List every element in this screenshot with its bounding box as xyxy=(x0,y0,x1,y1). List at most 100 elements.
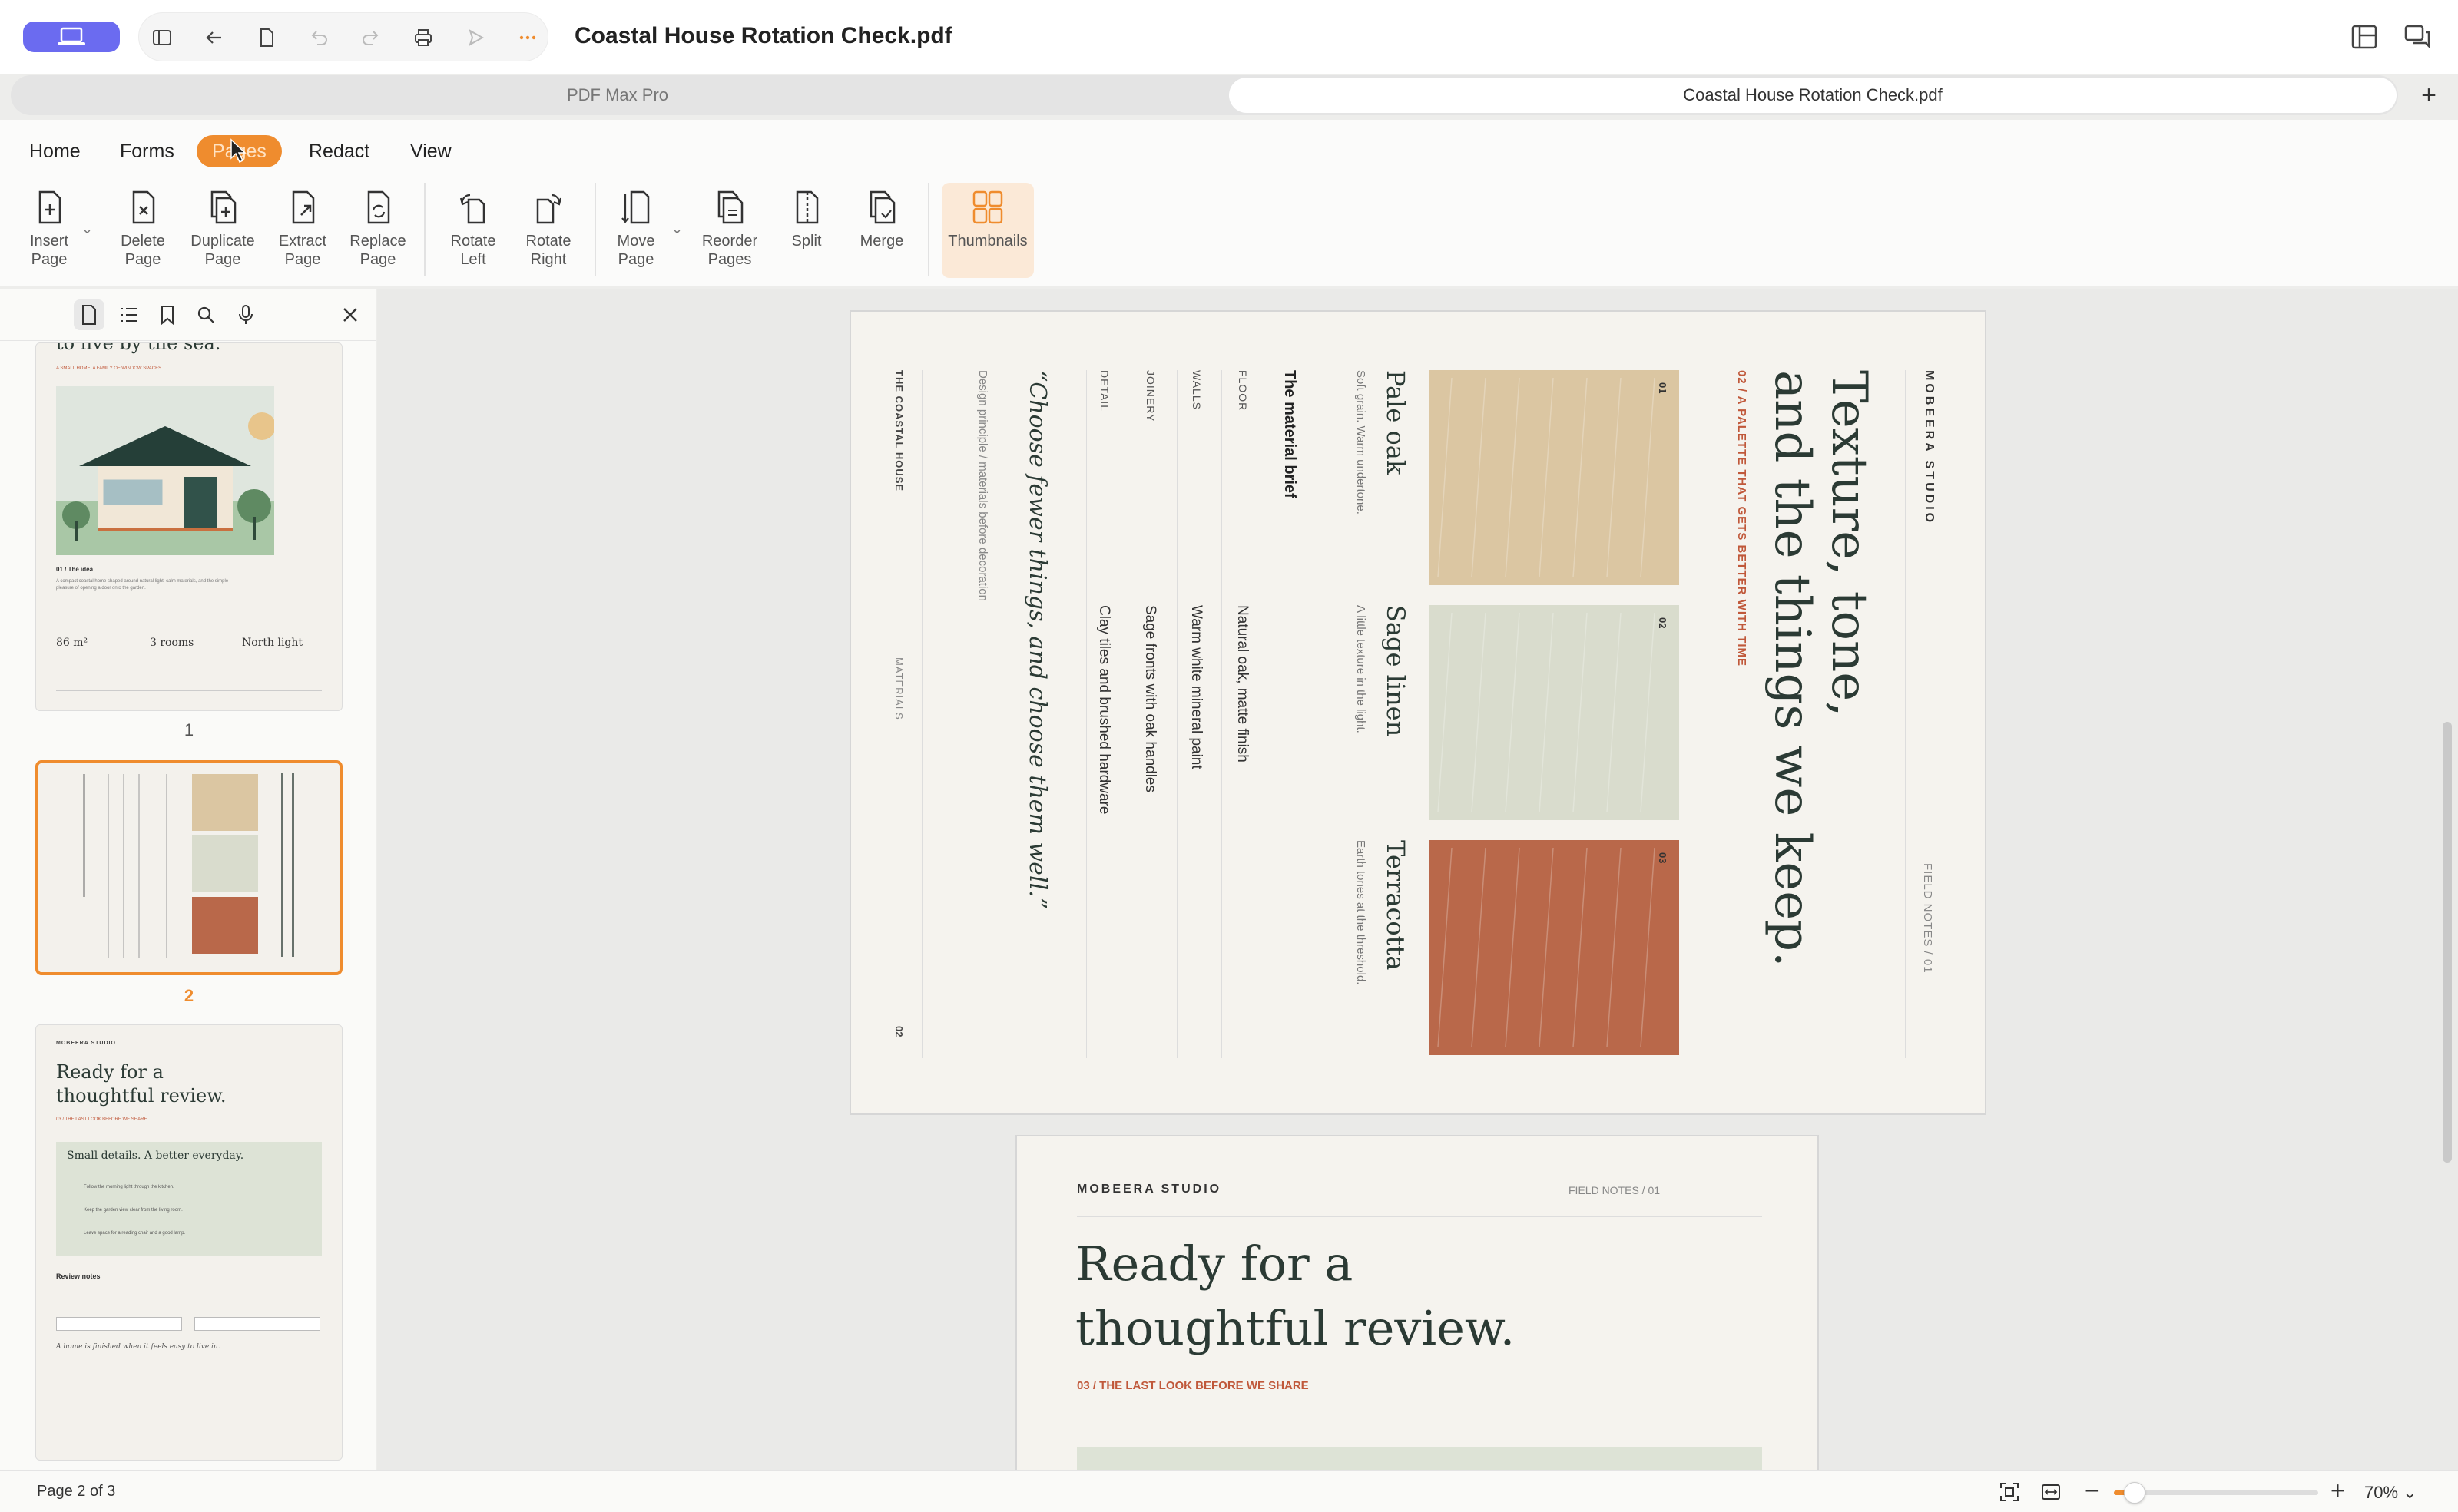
thumbnails-icon xyxy=(972,190,1003,224)
bookmark-icon[interactable] xyxy=(152,299,183,330)
thumb2-text-line xyxy=(138,774,140,958)
zoom-slider[interactable] xyxy=(2114,1482,2318,1504)
extract-page-button[interactable]: Extract Page xyxy=(263,187,343,278)
extract-label-1: Extract xyxy=(278,233,327,250)
thumb3-studio: MOBEERA STUDIO xyxy=(56,1041,116,1046)
thumb3-item: Follow the morning light through the kit… xyxy=(84,1185,174,1189)
thumb1-blurb: A compact coastal home shaped around nat… xyxy=(56,579,229,591)
redo-icon[interactable] xyxy=(357,24,385,51)
page2-kicker: 02 / A PALETTE THAT GETS BETTER WITH TIM… xyxy=(1735,370,1748,667)
swatch-number: 03 xyxy=(1657,852,1668,864)
divider xyxy=(928,183,929,276)
page2-footer-left: THE COASTAL HOUSE xyxy=(893,370,905,492)
menu-home[interactable]: Home xyxy=(14,135,96,167)
zoom-in-icon[interactable]: + xyxy=(2330,1477,2345,1505)
page-icon[interactable] xyxy=(74,299,104,330)
thumb1-heading: to live by the sea. xyxy=(56,342,221,354)
page-indicator: Page 2 of 3 xyxy=(37,1483,116,1500)
rotate-left-button[interactable]: Rotate Left xyxy=(433,187,513,278)
swatch-fill xyxy=(1429,370,1679,585)
thumb2-swatch-terracotta xyxy=(192,897,258,954)
status-bar: Page 2 of 3 − + 70% ⌄ xyxy=(0,1470,2458,1512)
divider xyxy=(1177,370,1178,1058)
thumb3-field xyxy=(194,1317,320,1331)
send-icon[interactable] xyxy=(462,24,489,51)
split-button[interactable]: Split xyxy=(767,187,846,278)
print-icon[interactable] xyxy=(409,24,437,51)
back-arrow-icon[interactable] xyxy=(200,24,228,51)
thumb3-review: Review notes xyxy=(56,1272,101,1280)
zoom-slider-handle[interactable] xyxy=(2124,1482,2146,1504)
undo-icon[interactable] xyxy=(305,24,333,51)
rotate-right-button[interactable]: Rotate Right xyxy=(508,187,588,278)
swatch-number: 02 xyxy=(1657,617,1668,629)
reorder-pages-button[interactable]: Reorder Pages xyxy=(690,187,770,278)
brief-value: Clay tiles and brushed hardware xyxy=(1096,605,1112,815)
thumb3-box: Small details. A better everyday. Follow… xyxy=(56,1142,322,1256)
close-icon[interactable] xyxy=(335,299,366,330)
thumb3-field xyxy=(56,1317,182,1331)
thumb2-swatch-oak xyxy=(192,774,258,831)
swatch-texture xyxy=(1437,612,1655,813)
search-icon[interactable] xyxy=(190,299,221,330)
menu-view[interactable]: View xyxy=(395,135,467,167)
divider xyxy=(1905,370,1906,1058)
page2-studio: MOBEERA STUDIO xyxy=(1923,370,1936,526)
rotate-right-label-1: Rotate xyxy=(525,233,571,250)
thumbnail-page-1[interactable]: to live by the sea. A SMALL HOME, A FAMI… xyxy=(35,342,343,711)
zoom-out-icon[interactable]: − xyxy=(2085,1477,2099,1505)
move-label-2: Page xyxy=(618,251,654,268)
thumb3-quote: A home is finished when it feels easy to… xyxy=(56,1343,220,1351)
replace-page-button[interactable]: Replace Page xyxy=(338,187,418,278)
swatch-description: Earth tones at the threshold. xyxy=(1354,840,1367,985)
thumbnail-page-3[interactable]: MOBEERA STUDIO Ready for a thoughtful rev… xyxy=(35,1024,343,1461)
thumbnails-button[interactable]: Thumbnails xyxy=(942,183,1034,278)
laptop-icon xyxy=(58,27,85,45)
page3-heading: Ready for a thoughtful review. xyxy=(1075,1232,1515,1361)
chevron-down-icon[interactable]: ⌄ xyxy=(671,221,683,237)
page2-title-line-1: Texture, tone, xyxy=(1820,370,1877,717)
swatch-name: Pale oak xyxy=(1381,370,1410,475)
thumb3-heading: Ready for a thoughtful review. xyxy=(56,1060,227,1108)
viewer-scrollbar[interactable] xyxy=(2443,722,2452,1163)
layout-icon[interactable] xyxy=(2349,22,2380,52)
fit-page-icon[interactable] xyxy=(1999,1481,2020,1503)
thumb2-text-line xyxy=(123,774,124,958)
sidebar-toggle-icon[interactable] xyxy=(148,24,176,51)
outline-icon[interactable] xyxy=(114,299,144,330)
thumb1-stat-light: North light xyxy=(242,637,303,649)
chevron-down-icon[interactable]: ⌄ xyxy=(81,221,93,237)
thumb3-item: Keep the garden view clear from the livi… xyxy=(84,1208,183,1213)
thumb2-title-line xyxy=(281,773,283,957)
delete-page-button[interactable]: Delete Page xyxy=(103,187,183,278)
file-icon[interactable] xyxy=(253,24,280,51)
tab-pdf-max-pro[interactable]: PDF Max Pro xyxy=(11,75,1224,115)
swatch-sage-linen: 02 xyxy=(1429,605,1679,820)
microphone-icon[interactable] xyxy=(230,299,261,330)
swatch-name: Sage linen xyxy=(1381,605,1410,737)
zoom-level-select[interactable]: 70% ⌄ xyxy=(2364,1483,2417,1503)
insert-label-2: Page xyxy=(31,251,68,268)
app-logo-button[interactable] xyxy=(23,22,120,52)
page2-field-notes: FIELD NOTES / 01 xyxy=(1921,863,1934,974)
tab-bar: PDF Max Pro Coastal House Rotation Check… xyxy=(11,75,2398,115)
duplicate-page-button[interactable]: Duplicate Page xyxy=(183,187,263,278)
new-tab-button[interactable]: + xyxy=(2409,75,2449,115)
swatch-pale-oak: 01 xyxy=(1429,370,1679,585)
menu-forms[interactable]: Forms xyxy=(104,135,190,167)
menu-redact[interactable]: Redact xyxy=(293,135,385,167)
more-icon[interactable] xyxy=(514,24,542,51)
replace-label-2: Page xyxy=(359,251,396,268)
tab-document[interactable]: Coastal House Rotation Check.pdf xyxy=(1229,78,2397,113)
insert-page-button[interactable]: Insert Page xyxy=(9,187,89,278)
chat-icon[interactable] xyxy=(2403,22,2433,52)
design-quote: “Choose fewer things, and choose them we… xyxy=(1024,370,1051,910)
thumbnail-page-2[interactable] xyxy=(35,760,343,975)
divider xyxy=(1221,370,1222,1058)
cursor-icon xyxy=(229,138,249,164)
move-page-button[interactable]: Move Page xyxy=(596,187,676,278)
merge-button[interactable]: Merge xyxy=(842,187,922,278)
fit-width-icon[interactable] xyxy=(2040,1481,2062,1503)
thumb3-heading-1: Ready for a xyxy=(56,1061,164,1083)
split-icon xyxy=(796,190,819,224)
